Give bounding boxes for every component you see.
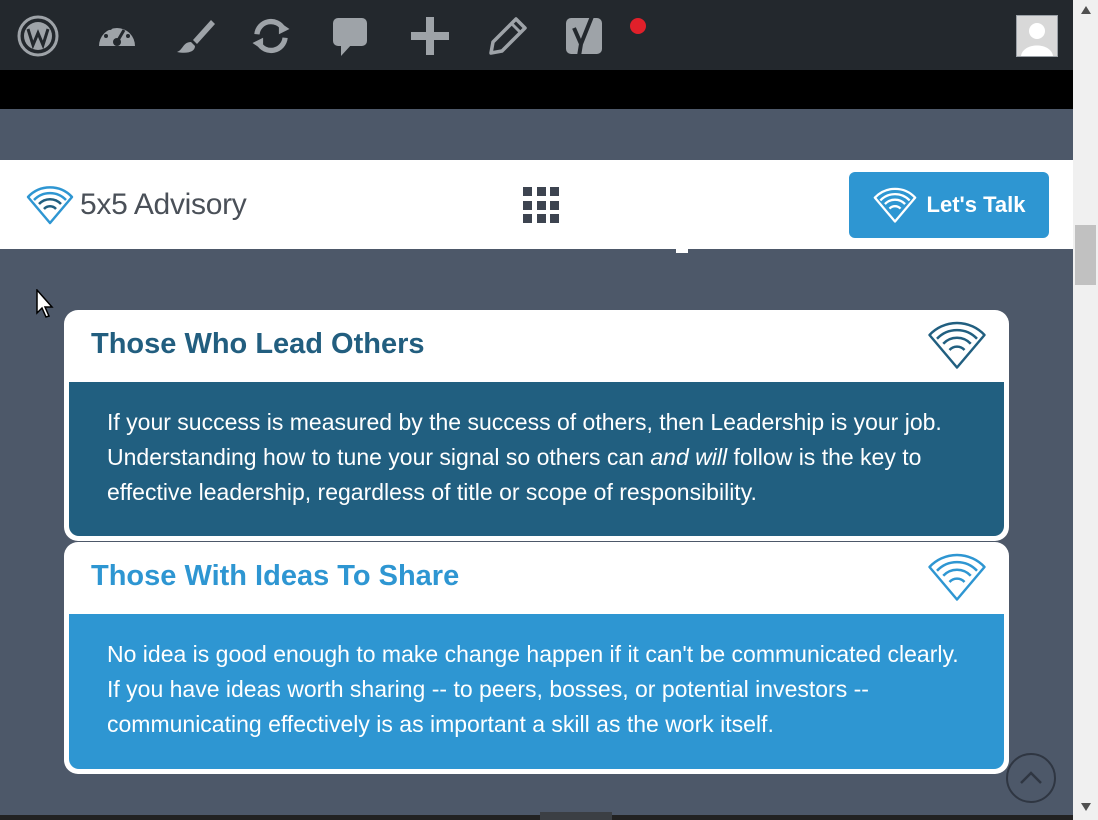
dashboard-icon[interactable]: [95, 14, 139, 58]
signal-icon: [928, 553, 986, 601]
card-body: No idea is good enough to make change ha…: [69, 614, 1004, 769]
notification-badge: [630, 18, 646, 34]
grid-menu-icon[interactable]: [523, 187, 559, 223]
lets-talk-label: Let's Talk: [926, 192, 1026, 217]
card-lead-others: Those Who Lead Others If your success is…: [64, 310, 1009, 541]
wordpress-icon[interactable]: [16, 14, 60, 58]
edit-icon[interactable]: [486, 14, 530, 58]
updates-icon[interactable]: [249, 14, 293, 58]
new-icon[interactable]: [408, 14, 452, 58]
site-logo[interactable]: 5x5 Advisory: [26, 185, 247, 225]
signal-icon: [928, 321, 986, 369]
yoast-icon[interactable]: [563, 13, 607, 58]
signal-icon: [873, 187, 916, 223]
back-to-top-button[interactable]: [1006, 753, 1056, 803]
black-bar: [0, 70, 1073, 109]
bottom-tab: [540, 812, 612, 820]
card-ideas-to-share: Those With Ideas To Share No idea is goo…: [64, 542, 1009, 774]
chevron-up-icon: [1020, 771, 1042, 784]
scroll-up-arrow-icon[interactable]: [1081, 6, 1091, 14]
header-notch: [676, 249, 688, 253]
card-title: Those With Ideas To Share: [91, 560, 460, 592]
card-body: If your success is measured by the succe…: [69, 382, 1004, 536]
vertical-scrollbar[interactable]: [1073, 0, 1098, 820]
scrollbar-thumb[interactable]: [1075, 225, 1096, 285]
comments-icon[interactable]: [328, 14, 372, 58]
lets-talk-button[interactable]: Let's Talk: [849, 172, 1049, 238]
signal-logo-icon: [26, 186, 74, 225]
customize-icon[interactable]: [173, 14, 217, 58]
card-title: Those Who Lead Others: [91, 328, 425, 360]
avatar[interactable]: [1016, 15, 1058, 57]
mouse-cursor-icon: [36, 289, 54, 318]
site-header: 5x5 Advisory Let's Talk: [0, 160, 1073, 249]
bottom-strip: [0, 815, 1073, 820]
wp-admin-bar: [0, 0, 1073, 70]
scroll-down-arrow-icon[interactable]: [1081, 803, 1091, 811]
logo-text: 5x5 Advisory: [80, 188, 247, 221]
